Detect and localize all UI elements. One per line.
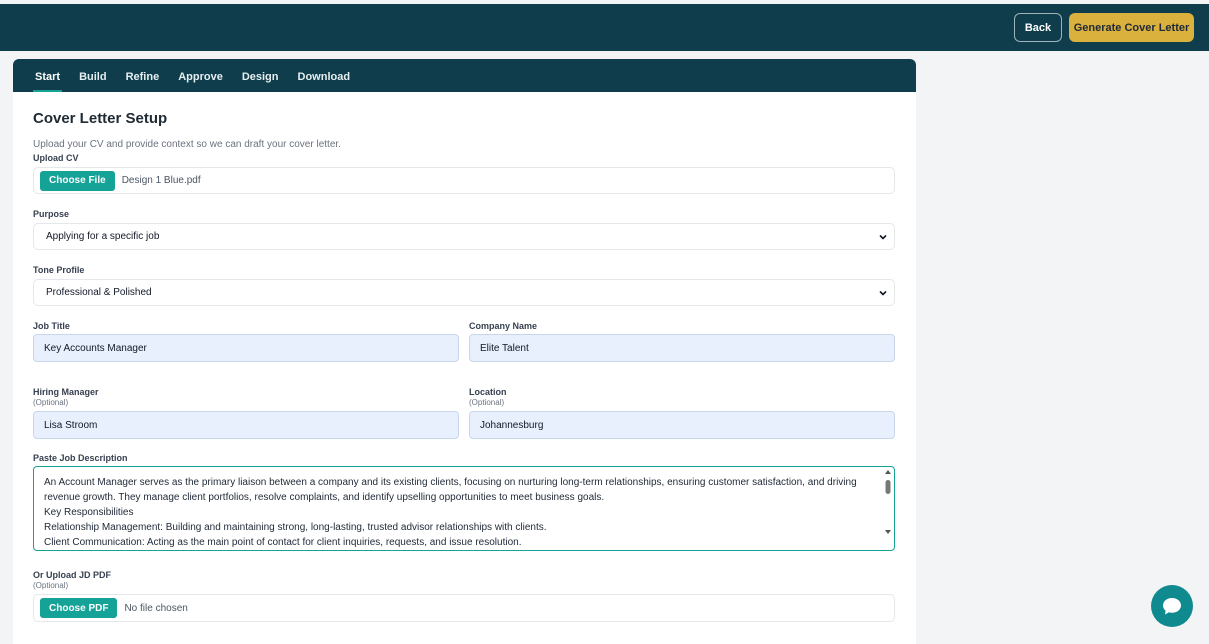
tab-approve[interactable]: Approve (178, 71, 223, 92)
job-title-input[interactable]: Key Accounts Manager (33, 334, 459, 362)
purpose-label: Purpose (33, 209, 70, 219)
location-label: Location (469, 387, 507, 397)
jd-line: Client Communication: Acting as the main… (44, 537, 522, 548)
tab-design[interactable]: Design (242, 71, 279, 92)
hiring-manager-optional: (Optional) (33, 398, 69, 407)
upload-jd-field: Choose PDF No file chosen (33, 594, 895, 622)
upload-jd-optional: (Optional) (33, 581, 69, 590)
jd-filename: No file chosen (124, 602, 188, 614)
chat-button[interactable] (1151, 585, 1193, 627)
tab-download[interactable]: Download (298, 71, 351, 92)
cv-filename: Design 1 Blue.pdf (121, 175, 201, 186)
tab-bar: Start Build Refine Approve Design Downlo… (13, 59, 916, 92)
tone-label: Tone Profile (33, 265, 85, 275)
purpose-select[interactable]: Applying for a specific job (33, 223, 895, 250)
tab-start[interactable]: Start (32, 71, 63, 92)
choose-pdf-button[interactable]: Choose PDF (40, 598, 118, 618)
page-subtitle: Upload your CV and provide context so we… (33, 139, 341, 150)
tab-build[interactable]: Build (79, 71, 107, 92)
job-description-textarea[interactable]: An Account Manager serves as the primary… (33, 466, 895, 551)
top-bar: Back Generate Cover Letter (0, 4, 1209, 51)
upload-cv-label: Upload CV (33, 153, 79, 163)
chat-icon (1163, 598, 1181, 615)
tab-refine[interactable]: Refine (126, 71, 160, 92)
upload-jd-label: Or Upload JD PDF (33, 570, 112, 580)
jd-line: Key Responsibilities (44, 507, 134, 518)
upload-cv-field: Choose File Design 1 Blue.pdf (33, 167, 895, 194)
hiring-manager-label: Hiring Manager (33, 387, 99, 397)
generate-cover-letter-button[interactable]: Generate Cover Letter (1069, 13, 1194, 42)
chevron-down-icon (879, 290, 887, 296)
hiring-manager-input[interactable]: Lisa Stroom (33, 411, 459, 439)
location-input[interactable]: Johannesburg (469, 411, 895, 439)
setup-panel: Start Build Refine Approve Design Downlo… (13, 59, 916, 644)
job-title-label: Job Title (33, 321, 70, 331)
choose-file-button[interactable]: Choose File (40, 170, 115, 191)
jd-line: revenue growth. They manage client portf… (44, 492, 605, 503)
job-description-label: Paste Job Description (33, 453, 128, 463)
textarea-scrollbar[interactable] (884, 470, 892, 540)
back-button[interactable]: Back (1014, 13, 1062, 42)
jd-line: Relationship Management: Building and ma… (44, 522, 547, 533)
purpose-value: Applying for a specific job (46, 231, 160, 242)
jd-line: An Account Manager serves as the primary… (44, 477, 857, 488)
company-input[interactable]: Elite Talent (469, 334, 895, 362)
tone-select[interactable]: Professional & Polished (33, 279, 895, 306)
page-title: Cover Letter Setup (33, 110, 168, 127)
location-optional: (Optional) (469, 398, 505, 407)
chevron-down-icon (879, 234, 887, 240)
company-label: Company Name (469, 321, 538, 331)
tone-value: Professional & Polished (46, 287, 152, 298)
